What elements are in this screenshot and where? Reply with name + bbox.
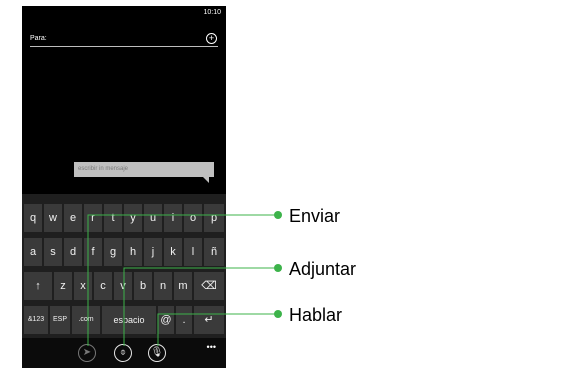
callout-line-send <box>87 214 278 346</box>
callout-line-attach <box>123 267 278 346</box>
callout-attach-label: Adjuntar <box>289 259 357 279</box>
callout-dot-send <box>274 211 282 219</box>
callout-speak-label: Hablar <box>289 305 343 325</box>
callout-dot-speak <box>274 310 282 318</box>
callout-lines <box>87 211 282 346</box>
callout-dot-attach <box>274 264 282 272</box>
callout-send-label: Enviar <box>289 206 341 226</box>
callout-line-speak <box>157 313 278 346</box>
